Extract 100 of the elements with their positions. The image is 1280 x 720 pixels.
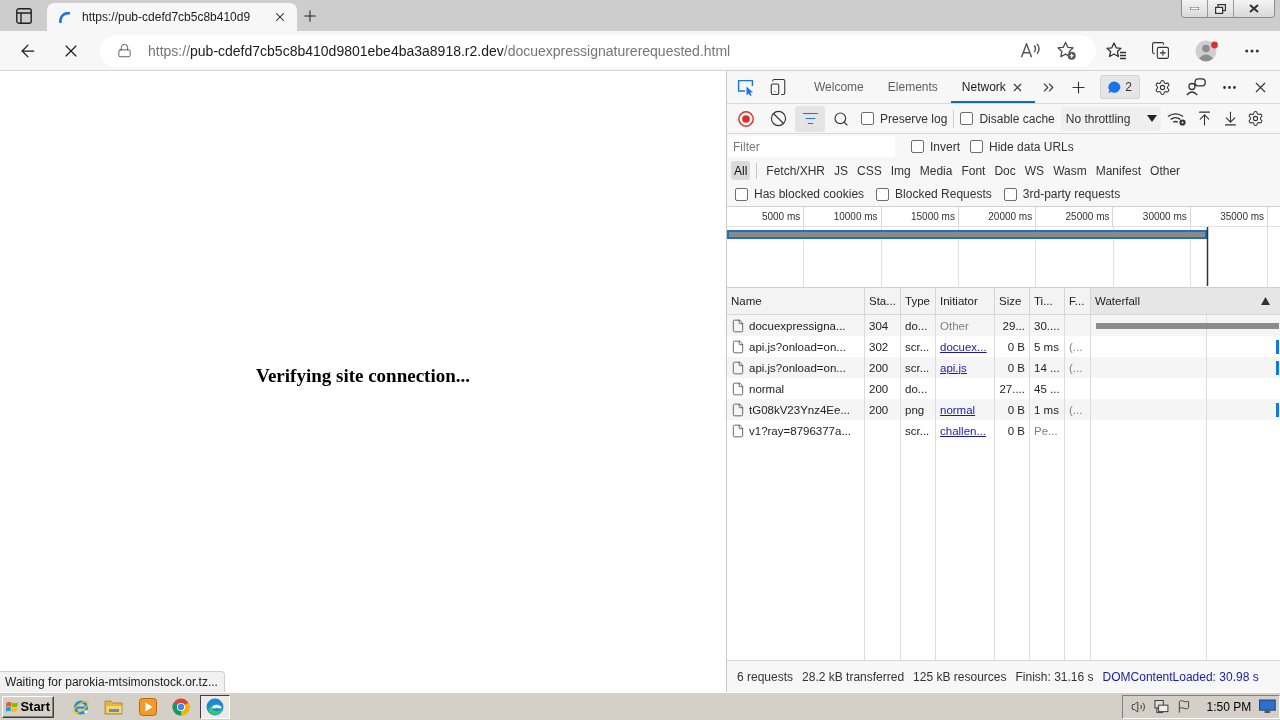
browser-tab[interactable]: https://pub-cdefd7cb5c8b410d9 bbox=[47, 3, 297, 31]
lock-icon[interactable] bbox=[117, 43, 132, 58]
type-filter-button[interactable]: Wasm bbox=[1050, 161, 1090, 180]
initiator-link[interactable]: docuex... bbox=[940, 340, 987, 353]
restore-button[interactable] bbox=[1207, 0, 1233, 17]
file-icon bbox=[731, 360, 745, 375]
settings-icon[interactable] bbox=[1246, 110, 1264, 127]
table-cell: scr... bbox=[901, 420, 936, 441]
throttling-select[interactable]: No throttling bbox=[1060, 106, 1161, 131]
collections-icon[interactable] bbox=[1150, 41, 1170, 60]
request-name[interactable]: docuexpressigna... bbox=[749, 319, 846, 332]
checkbox[interactable] bbox=[970, 140, 983, 153]
filter-button[interactable] bbox=[795, 105, 825, 132]
file-icon bbox=[731, 402, 745, 417]
checkbox[interactable] bbox=[960, 112, 974, 125]
restore-icon bbox=[1215, 3, 1226, 14]
chrome-logo-icon bbox=[172, 697, 190, 716]
checkbox[interactable] bbox=[861, 112, 874, 125]
clear-icon[interactable] bbox=[769, 110, 787, 127]
person-bubble-icon[interactable] bbox=[1186, 78, 1206, 96]
filter-icon bbox=[801, 110, 819, 127]
summary-text: 6 requests bbox=[737, 669, 794, 684]
request-name[interactable]: api.js?onload=on... bbox=[749, 361, 846, 374]
table-cell: Pe... bbox=[1030, 420, 1065, 441]
type-filter-button[interactable]: Manifest bbox=[1092, 161, 1145, 180]
device-icon[interactable] bbox=[769, 78, 787, 96]
taskbar-button[interactable] bbox=[199, 694, 230, 719]
column-header[interactable]: Ti... bbox=[1030, 288, 1065, 314]
add-favorite-icon[interactable] bbox=[1057, 41, 1076, 60]
type-filter-button[interactable]: Img bbox=[887, 161, 914, 180]
column-header[interactable]: Size bbox=[995, 288, 1030, 314]
favorites-icon[interactable] bbox=[1105, 41, 1127, 60]
type-filter-button[interactable]: Fetch/XHR bbox=[763, 161, 829, 180]
type-filter-button[interactable]: Media bbox=[916, 161, 956, 180]
file-icon bbox=[731, 381, 745, 396]
file-icon bbox=[731, 339, 745, 354]
time-tick-label: 35000 ms bbox=[1220, 211, 1265, 222]
summary-text: Finish: 31.16 s bbox=[1015, 669, 1094, 684]
checkbox-label: Hide data URLs bbox=[989, 139, 1074, 154]
request-name[interactable]: tG08kV23Ynz4Ee... bbox=[749, 403, 850, 416]
speaker-icon[interactable] bbox=[1131, 698, 1146, 715]
checkbox[interactable] bbox=[876, 187, 890, 201]
media-player-icon bbox=[138, 697, 157, 716]
time-tick-label: 10000 ms bbox=[833, 211, 878, 222]
request-name[interactable]: api.js?onload=on... bbox=[749, 340, 846, 353]
start-button[interactable]: Start bbox=[2, 695, 54, 718]
chat-bubble-icon bbox=[1108, 80, 1122, 94]
profile-avatar-icon[interactable] bbox=[1195, 39, 1219, 62]
type-filter-button[interactable]: JS bbox=[831, 161, 852, 180]
search-icon[interactable] bbox=[833, 110, 849, 127]
type-filter-button[interactable]: CSS bbox=[854, 161, 885, 180]
file-icon bbox=[731, 318, 745, 333]
type-filter-button[interactable]: WS bbox=[1021, 161, 1048, 180]
tab-actions-icon[interactable] bbox=[16, 7, 32, 24]
close-tab-icon[interactable] bbox=[273, 10, 287, 24]
initiator-text: Other bbox=[940, 319, 969, 332]
filter-input[interactable]: Filter bbox=[728, 136, 895, 157]
request-name[interactable]: normal bbox=[749, 382, 785, 395]
column-header[interactable]: Type bbox=[901, 288, 936, 314]
summary-text: 28.2 kB transferred bbox=[802, 669, 905, 684]
column-header[interactable]: Waterfall bbox=[1091, 288, 1280, 314]
column-header[interactable]: Name bbox=[727, 288, 865, 314]
summary-text: 125 kB resources bbox=[913, 669, 1007, 684]
network-icon[interactable] bbox=[1153, 698, 1169, 715]
issues-button[interactable]: 2 bbox=[1100, 75, 1140, 99]
type-filter-button[interactable]: Doc bbox=[991, 161, 1019, 180]
checkbox-label: Has blocked cookies bbox=[754, 187, 865, 201]
browser-e-icon bbox=[71, 697, 90, 716]
settings-icon[interactable] bbox=[1153, 78, 1171, 96]
read-aloud-icon[interactable] bbox=[1021, 43, 1041, 58]
clock-text: 1:50 PM bbox=[1206, 699, 1252, 714]
checkbox[interactable] bbox=[911, 140, 924, 153]
file-icon bbox=[731, 423, 745, 438]
type-filter-button[interactable]: Other bbox=[1147, 161, 1184, 180]
devtools-tab[interactable]: Elements bbox=[876, 71, 949, 103]
desktop-icon[interactable] bbox=[1259, 699, 1276, 714]
flag-icon[interactable] bbox=[1176, 699, 1191, 714]
table-cell: 0 B bbox=[995, 420, 1030, 441]
checkbox-label: 3rd-party requests bbox=[1022, 187, 1121, 201]
initiator-link[interactable]: api.js bbox=[940, 361, 967, 374]
type-filter-button[interactable]: Font bbox=[958, 161, 989, 180]
devtools-tab[interactable]: Welcome bbox=[803, 71, 875, 103]
wifi-gear-icon[interactable] bbox=[1167, 110, 1188, 127]
checkbox-label: Invert bbox=[930, 139, 960, 154]
close-window-button[interactable] bbox=[1233, 0, 1274, 17]
column-header[interactable]: Initiator bbox=[936, 288, 995, 314]
time-tick-label: 20000 ms bbox=[988, 211, 1033, 222]
request-name[interactable]: v1?ray=8796377a... bbox=[749, 424, 851, 437]
caret-icon bbox=[1146, 115, 1157, 122]
checkbox[interactable] bbox=[735, 187, 748, 201]
column-header[interactable]: Sta... bbox=[865, 288, 901, 314]
initiator-link[interactable]: normal bbox=[940, 403, 976, 416]
checkbox[interactable] bbox=[1003, 187, 1017, 201]
inspect-icon[interactable] bbox=[737, 78, 755, 96]
initiator-link[interactable]: challen... bbox=[940, 424, 987, 437]
page-message: Verifying site connection... bbox=[255, 364, 471, 387]
type-filter-button[interactable]: All bbox=[731, 161, 751, 180]
checkbox-label: Disable cache bbox=[979, 111, 1055, 126]
address-bar[interactable]: https://pub-cdefd7cb5c8b410d9801ebe4ba3a8918.r2.dev/docuexpressignaturerequested.html bbox=[100, 34, 1096, 67]
close-icon bbox=[1249, 4, 1259, 13]
